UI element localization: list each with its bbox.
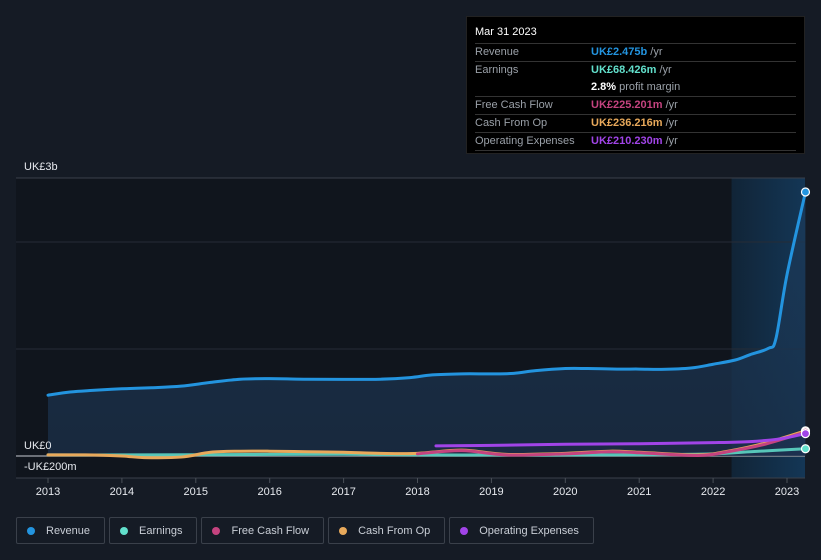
operating-expenses-dot-icon <box>460 526 469 535</box>
tooltip-key: Cash From Op <box>475 117 548 129</box>
revenue-end-marker <box>800 187 811 197</box>
operating-expenses-end-marker <box>800 429 811 439</box>
earnings-end-marker <box>800 444 811 454</box>
legend-item-revenue[interactable]: Revenue <box>16 517 106 544</box>
tooltip-key: Free Cash Flow <box>475 99 553 111</box>
x-tick-label: 2022 <box>701 486 725 498</box>
x-tick-label: 2017 <box>331 486 355 498</box>
x-tick-label: 2020 <box>553 486 577 498</box>
x-tick-label: 2021 <box>627 486 651 498</box>
tooltip-key <box>475 79 591 96</box>
tooltip-key: Revenue <box>475 46 520 58</box>
x-tick-label: 2019 <box>479 486 503 498</box>
free-cash-flow-dot-icon <box>212 526 221 535</box>
tooltip-value: UK£68.426m <box>591 64 657 76</box>
tooltip-value: 2.8% <box>591 81 617 93</box>
legend-label: Revenue <box>46 524 91 537</box>
tooltip-unit: /yr <box>665 135 678 147</box>
tooltip-key: Operating Expenses <box>475 135 575 147</box>
tooltip-unit: /yr <box>665 99 678 111</box>
tooltip-row-cash-from-op: Cash From Op UK£236.216m /yr <box>475 114 796 132</box>
tooltip-key: Earnings <box>475 64 519 76</box>
x-tick-label: 2023 <box>775 486 799 498</box>
tooltip-row-profit-margin: 2.8% profit margin <box>475 79 796 96</box>
y-top-label: UK£3b <box>24 161 58 173</box>
legend-label: Cash From Op <box>358 524 431 537</box>
legend-item-free-cash-flow[interactable]: Free Cash Flow <box>201 517 325 544</box>
legend-item-earnings[interactable]: Earnings <box>109 517 198 544</box>
cash-from-op-dot-icon <box>339 526 348 535</box>
y-bottom-label: -UK£200m <box>24 461 77 473</box>
tooltip-unit: /yr <box>665 117 678 129</box>
x-tick-label: 2016 <box>257 486 281 498</box>
legend: Revenue Earnings Free Cash Flow Cash Fro… <box>16 517 594 544</box>
x-tick-label: 2014 <box>110 486 134 498</box>
legend-item-cash-from-op[interactable]: Cash From Op <box>328 517 446 544</box>
tooltip-row-earnings: Earnings UK£68.426m /yr <box>475 61 796 79</box>
y-zero-label: UK£0 <box>24 440 52 452</box>
tooltip-unit: /yr <box>650 46 663 58</box>
legend-label: Operating Expenses <box>479 524 579 537</box>
x-tick-label: 2015 <box>184 486 208 498</box>
revenue-dot-icon <box>27 526 35 535</box>
x-tick-label: 2013 <box>36 486 60 498</box>
tooltip-row-revenue: Revenue UK£2.475b /yr <box>475 43 796 61</box>
legend-label: Free Cash Flow <box>231 524 310 537</box>
tooltip-value: UK£225.201m <box>591 99 663 111</box>
x-tick-label: 2018 <box>405 486 429 498</box>
tooltip-value: UK£2.475b <box>591 46 648 58</box>
tooltip-panel: Mar 31 2023 Revenue UK£2.475b /yr Earnin… <box>466 16 805 154</box>
earnings-dot-icon <box>120 526 129 535</box>
tooltip-date: Mar 31 2023 <box>475 26 537 38</box>
tooltip-unit: profit margin <box>619 81 681 93</box>
legend-label: Earnings <box>139 524 183 537</box>
tooltip-row-operating-expenses: Operating Expenses UK£210.230m /yr <box>475 132 796 151</box>
tooltip-value: UK£210.230m <box>591 135 663 147</box>
tooltip-row-free-cash-flow: Free Cash Flow UK£225.201m /yr <box>475 96 796 114</box>
legend-item-operating-expenses[interactable]: Operating Expenses <box>449 517 594 544</box>
tooltip-value: UK£236.216m <box>591 117 663 129</box>
tooltip-unit: /yr <box>659 64 672 76</box>
